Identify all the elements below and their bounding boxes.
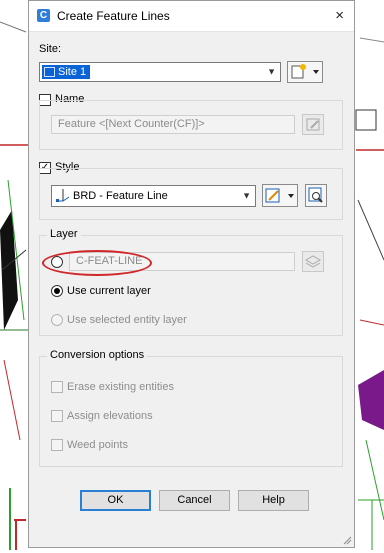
resize-grip-icon[interactable]: [342, 535, 352, 545]
close-icon[interactable]: ×: [335, 7, 344, 24]
site-value-text: Site 1: [58, 66, 87, 78]
erase-existing-label: Erase existing entities: [67, 381, 174, 393]
feature-line-style-icon: [56, 189, 70, 202]
use-selected-entity-layer-label: Use selected entity layer: [67, 314, 187, 326]
edit-style-icon: [265, 188, 294, 203]
create-feature-lines-dialog: C Create Feature Lines × Site: Site 1 ▼ …: [28, 0, 355, 548]
civil3d-app-icon: C: [37, 9, 50, 22]
site-label: Site:: [39, 43, 62, 55]
red-annotation-circle: [42, 250, 152, 276]
assign-elevations-label: Assign elevations: [67, 410, 153, 422]
title-bar: C Create Feature Lines ×: [29, 1, 354, 32]
assign-elevations-checkbox[interactable]: [51, 410, 63, 422]
chevron-down-icon: ▼: [242, 190, 251, 201]
name-template-button[interactable]: [302, 114, 324, 135]
create-site-button[interactable]: [287, 61, 323, 83]
weed-points-label: Weed points: [67, 439, 128, 451]
edit-style-button[interactable]: [262, 184, 298, 207]
ok-button[interactable]: OK: [80, 490, 151, 511]
site-icon: [44, 67, 55, 77]
help-button[interactable]: Help: [238, 490, 309, 511]
chevron-down-icon: ▼: [267, 66, 276, 77]
layer-pick-button[interactable]: [302, 251, 324, 272]
weed-points-checkbox[interactable]: [51, 439, 63, 451]
style-dropdown[interactable]: BRD - Feature Line ▼: [51, 185, 256, 207]
dialog-title: Create Feature Lines: [57, 9, 170, 23]
site-dropdown[interactable]: Site 1 ▼: [39, 62, 281, 82]
layer-group-label: Layer: [47, 228, 81, 240]
use-current-layer-label: Use current layer: [67, 285, 151, 297]
new-site-icon: [291, 64, 319, 79]
conversion-options-label: Conversion options: [47, 349, 148, 361]
style-value-text: BRD - Feature Line: [73, 190, 168, 202]
magnifier-details-icon: [308, 187, 323, 203]
erase-existing-checkbox[interactable]: [51, 381, 63, 393]
style-details-button[interactable]: [305, 184, 327, 207]
edit-template-icon: [306, 118, 320, 131]
site-selected-value: Site 1: [42, 65, 91, 79]
cancel-button[interactable]: Cancel: [159, 490, 230, 511]
name-field[interactable]: Feature <[Next Counter(CF)]>: [51, 115, 295, 134]
use-selected-entity-layer-radio[interactable]: [51, 314, 63, 326]
use-current-layer-radio[interactable]: [51, 285, 63, 297]
layers-icon: [304, 255, 322, 268]
